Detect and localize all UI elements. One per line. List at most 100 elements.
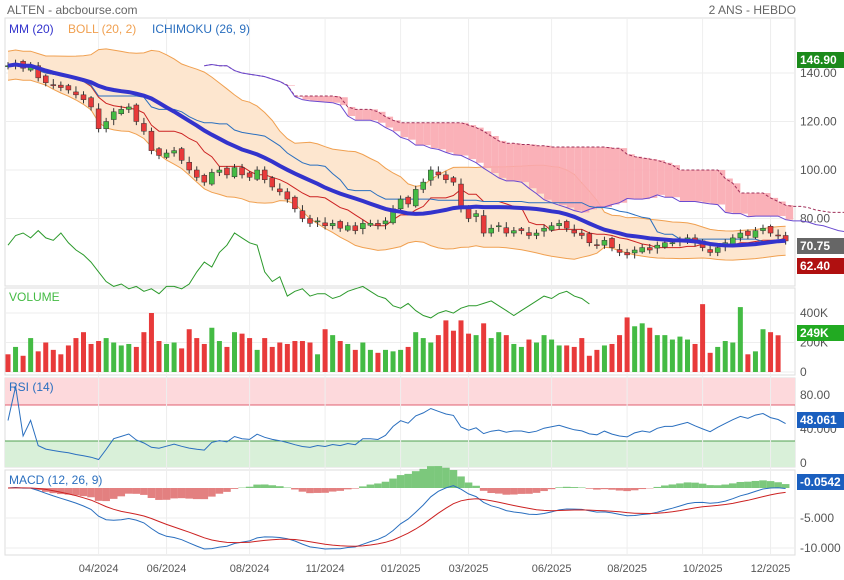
candle-body [224,167,230,176]
ichimoku-cloud-segment [355,109,363,121]
macd-histogram-bar [162,488,171,500]
candle-body [352,225,359,231]
volume-bar [360,342,366,372]
candle-body [609,238,615,248]
candle-body [277,188,283,193]
macd-histogram-bar [464,482,473,488]
volume-bar [518,346,524,372]
candle-body [201,175,208,183]
badge-high: 146.90 [800,53,837,67]
candle-body [707,249,713,253]
macd-histogram-bar [366,484,375,488]
candle-body [775,234,781,237]
volume-bar [722,341,728,372]
macd-histogram-bar [479,488,488,491]
volume-bar [5,354,11,372]
candle-body [601,240,608,246]
macd-histogram-bar [774,482,782,488]
ichimoku-cloud-segment [536,145,545,194]
volume-bar [216,341,222,372]
legend-ichimoku: ICHIMOKU (26, 9) [152,22,250,36]
volume-bar [224,346,230,372]
macd-histogram-bar [570,487,579,488]
candle-body [767,226,774,234]
bollinger-band-fill [8,48,786,261]
macd-histogram-bar [306,488,314,494]
volume-bar [677,336,683,372]
candle-body [654,244,661,249]
candle-body [639,247,645,253]
candle-body [760,227,766,231]
chart-svg: 04/2024 06/2024 08/2024 11/2024 01/2025 03/20… [4,17,844,575]
ichimoku-cloud-segment [302,96,310,100]
candle-body [488,227,494,234]
legend-boll: BOLL (20, 2) [68,22,136,36]
macd-histogram-bar [487,488,495,494]
macd-histogram-bar [555,487,563,488]
volume-bar [775,335,781,372]
macd-histogram-bar [736,481,745,488]
ichimoku-cloud-segment [513,143,522,181]
candle-body [292,196,298,210]
candle-body [586,233,593,244]
ichimoku-cloud-segment [362,109,371,121]
volume-bar [752,351,758,372]
macd-histogram-bar [668,484,677,488]
ichimoku-cloud-segment [566,146,575,208]
volume-bar [232,332,237,372]
volume-bar [58,354,64,372]
macd-histogram-bar [170,488,178,499]
volume-bar [254,349,260,372]
macd-histogram-bar [676,483,684,488]
candle-body [322,222,328,227]
candle-body [435,171,442,176]
candle-body [110,111,117,120]
volume-bar [383,349,388,372]
candle-body [594,244,600,246]
candle-body [473,213,479,217]
volume-bar [654,335,660,372]
macd-histogram-bar [215,488,224,494]
candle-body [563,221,570,229]
volume-bar [35,351,41,372]
macd-histogram-bar [600,488,609,490]
rsi-tick-label: 0 [800,456,807,470]
macd-histogram-bar [132,488,141,494]
volume-bar [715,346,721,372]
ichimoku-cloud-segment [763,193,771,217]
macd-histogram-bar [532,488,541,493]
volume-bar [269,346,275,372]
candle-body [209,172,215,185]
macd-histogram-bar [291,488,299,490]
candle-body [118,109,124,114]
volume-bar [330,335,336,372]
macd-histogram-bar [185,488,193,499]
price-tick-label: 140.00 [800,66,837,80]
volume-bar [307,342,313,372]
macd-histogram-bar [230,488,239,489]
candle-body [50,84,57,86]
macd-histogram-bar [585,488,594,489]
volume-bar [700,304,706,372]
ichimoku-cloud-segment [619,148,628,203]
candle-body [631,249,638,254]
candle-body [624,252,630,256]
candle-body [299,210,306,219]
volume-bar [594,349,600,372]
volume-bar [118,345,124,372]
ichimoku-cloud-segment [664,162,673,198]
candle-body [745,230,751,236]
volume-bar [511,343,517,372]
candle-body [480,215,487,234]
macd-histogram-bar [155,488,163,500]
badge-low: 62.40 [800,259,830,273]
ichimoku-cloud-segment [559,146,567,206]
volume-bar [284,343,290,372]
x-tick-label: 01/2025 [381,563,421,575]
volume-bar [20,355,26,372]
candle-body [518,228,525,231]
macd-histogram-bar [374,483,382,488]
volume-bar [534,342,539,372]
macd-histogram-bar [336,488,344,491]
x-tick-label: 06/2024 [147,563,187,575]
